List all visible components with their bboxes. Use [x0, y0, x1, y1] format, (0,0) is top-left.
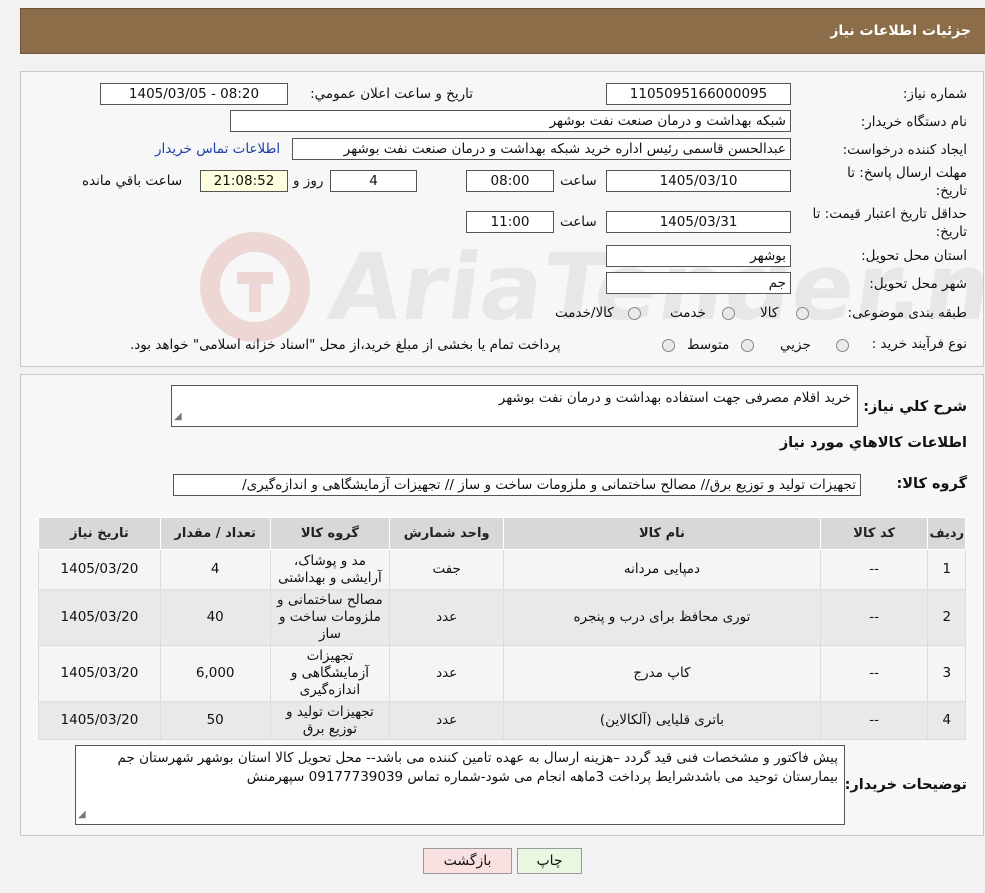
page-title: جزئيات اطلاعات نياز	[830, 23, 971, 39]
cell-date: 1405/03/20	[38, 549, 161, 590]
validity-time-field: 11:00	[466, 211, 554, 233]
process-label: نوع فرآيند خريد :	[871, 336, 967, 352]
province-label: استان محل تحويل:	[861, 248, 967, 264]
items-table: رديف کد کالا نام کالا واحد شمارش گروه کا…	[38, 517, 966, 740]
cell-qty: 50	[159, 701, 271, 740]
deadline-time-label: ساعت	[560, 173, 597, 189]
cell-row: 3	[927, 645, 966, 702]
radio-process-minor[interactable]	[836, 339, 849, 352]
col-row-header: رديف	[927, 517, 966, 550]
cell-code: --	[819, 645, 929, 702]
page-header: جزئيات اطلاعات نياز	[20, 8, 985, 54]
description-label: شرح کلي نياز:	[863, 399, 967, 415]
validity-label-line1: حداقل تاريخ اعتبار قيمت: تا	[812, 206, 967, 222]
col-date-header: تاريخ نياز	[38, 517, 161, 550]
radio-process-minor-label: جزيي	[780, 337, 811, 353]
cell-row: 1	[927, 549, 966, 590]
requester-label: ايجاد کننده درخواست:	[842, 142, 967, 158]
radio-category-service-label: خدمت	[670, 305, 706, 321]
resize-grip-icon[interactable]: ◢	[174, 407, 182, 426]
cell-row: 2	[927, 589, 966, 646]
validity-date-field: 1405/03/31	[606, 211, 791, 233]
buyer-contact-link[interactable]: اطلاعات تماس خريدار	[155, 141, 280, 157]
cell-qty: 4	[159, 549, 271, 590]
table-row: 2 -- توری محافظ برای درب و پنجره عدد مصا…	[38, 589, 966, 646]
table-row: 3 -- کاپ مدرج عدد تجهیزات آزمایشگاهی و ا…	[38, 645, 966, 702]
goods-group-label: گروه کالا:	[896, 476, 967, 492]
col-unit-header: واحد شمارش	[389, 517, 505, 550]
cell-date: 1405/03/20	[38, 589, 161, 646]
cell-group: مد و پوشاک، آرایشی و بهداشتی	[269, 549, 391, 590]
table-row: 4 -- باتری قلیایی (آلکالاین) عدد تجهیزات…	[38, 701, 966, 740]
cell-name: توری محافظ برای درب و پنجره	[503, 589, 821, 646]
cell-unit: جفت	[389, 549, 505, 590]
deadline-date-field: 1405/03/10	[606, 170, 791, 192]
col-code-header: کد کالا	[819, 517, 929, 550]
cell-code: --	[819, 701, 929, 740]
buyer-notes-textarea: پیش فاکتور و مشخصات فنی قید گردد –هزینه …	[75, 745, 845, 825]
cell-unit: عدد	[389, 589, 505, 646]
cell-group: تجهیزات آزمایشگاهی و اندازه‌گیری	[269, 645, 391, 702]
radio-process-treasury[interactable]	[662, 339, 675, 352]
need-number-label: شماره نياز:	[902, 86, 967, 102]
validity-time-label: ساعت	[560, 214, 597, 230]
requester-field: عبدالحسن قاسمی رئیس اداره خرید شبکه بهدا…	[292, 138, 791, 160]
days-field: 4	[330, 170, 417, 192]
announce-field: 1405/03/05 - 08:20	[100, 83, 288, 105]
cell-unit: عدد	[389, 701, 505, 740]
buyer-notes-label: توضيحات خريدار:	[844, 777, 967, 793]
deadline-label-line2: تاريخ:	[935, 183, 967, 199]
radio-category-goods-service[interactable]	[628, 307, 641, 320]
buyer-notes-text: پیش فاکتور و مشخصات فنی قید گردد –هزینه …	[117, 750, 839, 785]
remaining-time-field: 21:08:52	[200, 170, 288, 192]
cell-group: مصالح ساختمانی و ملزومات ساخت و ساز	[269, 589, 391, 646]
col-qty-header: تعداد / مقدار	[159, 517, 271, 550]
radio-category-service[interactable]	[722, 307, 735, 320]
cell-name: کاپ مدرج	[503, 645, 821, 702]
days-label: روز و	[293, 173, 324, 189]
cell-date: 1405/03/20	[38, 701, 161, 740]
back-button[interactable]: بازگشت	[423, 848, 512, 874]
cell-row: 4	[927, 701, 966, 740]
cell-qty: 6,000	[159, 645, 271, 702]
radio-process-medium[interactable]	[741, 339, 754, 352]
description-text: خريد اقلام مصرفی جهت استفاده بهداشت و در…	[498, 390, 851, 406]
goods-group-field: تجهیزات تولید و توزیع برق// مصالح ساختما…	[173, 474, 861, 496]
cell-date: 1405/03/20	[38, 645, 161, 702]
city-field: جم	[606, 272, 791, 294]
city-label: شهر محل تحويل:	[869, 276, 967, 292]
cell-name: دمپایی مردانه	[503, 549, 821, 590]
deadline-time-field: 08:00	[466, 170, 554, 192]
need-number-field: 1105095166000095	[606, 83, 791, 105]
print-button[interactable]: چاپ	[517, 848, 582, 874]
col-group-header: گروه کالا	[269, 517, 391, 550]
process-note: پرداخت تمام يا بخشی از مبلغ خريد،از محل …	[130, 337, 561, 353]
cell-code: --	[819, 589, 929, 646]
remaining-label: ساعت باقي مانده	[82, 173, 183, 189]
radio-category-goods[interactable]	[796, 307, 809, 320]
buyer-org-label: نام دستگاه خريدار:	[860, 114, 967, 130]
goods-info-title: اطلاعات کالاهاي مورد نياز	[779, 435, 967, 451]
resize-grip-icon[interactable]: ◢	[78, 805, 86, 824]
deadline-label-line1: مهلت ارسال پاسخ: تا	[847, 165, 967, 181]
buyer-org-field: شبکه بهداشت و درمان صنعت نفت بوشهر	[230, 110, 791, 132]
announce-label: تاريخ و ساعت اعلان عمومي:	[310, 86, 473, 102]
col-name-header: نام کالا	[503, 517, 821, 550]
description-textarea: خريد اقلام مصرفی جهت استفاده بهداشت و در…	[171, 385, 858, 427]
cell-unit: عدد	[389, 645, 505, 702]
radio-category-goods-label: کالا	[760, 305, 779, 321]
radio-category-goods-service-label: کالا/خدمت	[555, 305, 614, 321]
radio-process-medium-label: متوسط	[687, 337, 730, 353]
table-row: 1 -- دمپایی مردانه جفت مد و پوشاک، آرایش…	[38, 549, 966, 590]
table-header-row: رديف کد کالا نام کالا واحد شمارش گروه کا…	[38, 517, 966, 550]
category-label: طبقه بندی موضوعی:	[847, 305, 967, 321]
cell-code: --	[819, 549, 929, 590]
cell-group: تجهیزات تولید و توزیع برق	[269, 701, 391, 740]
cell-qty: 40	[159, 589, 271, 646]
validity-label-line2: تاريخ:	[935, 224, 967, 240]
province-field: بوشهر	[606, 245, 791, 267]
cell-name: باتری قلیایی (آلکالاین)	[503, 701, 821, 740]
